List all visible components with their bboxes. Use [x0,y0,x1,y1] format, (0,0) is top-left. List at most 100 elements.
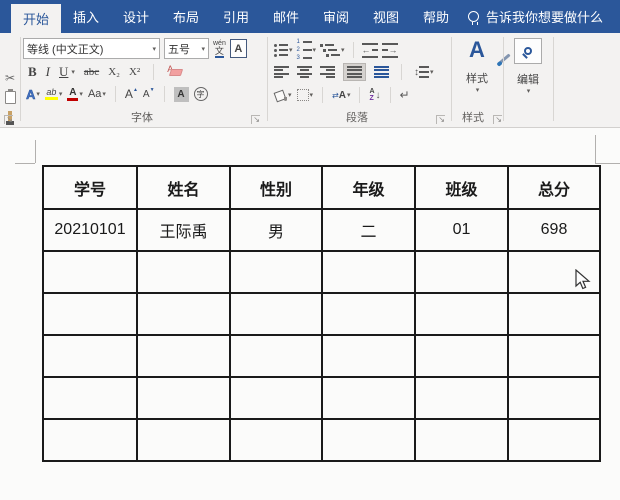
cell-student-id[interactable]: 20210101 [42,208,138,252]
empty-cell[interactable] [136,418,231,462]
empty-cell[interactable] [136,292,231,336]
font-color-button[interactable]: A ▾ [67,87,83,101]
styles-button-label[interactable]: 样式 [452,70,502,86]
asian-layout-button[interactable]: ⇄ A ▾ [332,90,350,101]
underline-button[interactable]: U [59,64,68,80]
numbering-button[interactable]: 1 2 3 ▾ [297,39,317,61]
empty-cell[interactable] [321,376,416,420]
phonetic-guide-button[interactable]: wén 文 [213,40,226,58]
align-right-button[interactable] [320,66,335,78]
header-name[interactable]: 姓名 [136,165,231,210]
paragraph-dialog-launcher[interactable]: ↘ [436,115,445,124]
empty-cell[interactable] [42,292,138,336]
chevron-down-icon[interactable]: ▾ [71,68,75,76]
empty-cell[interactable] [136,376,231,420]
shrink-font-button[interactable]: A ▼ [143,87,155,100]
header-gender[interactable]: 性别 [229,165,323,210]
tab-view[interactable]: 视图 [361,0,411,33]
tab-review[interactable]: 审阅 [311,0,361,33]
cell-name[interactable]: 王际禹 [136,208,231,252]
tab-layout[interactable]: 布局 [161,0,211,33]
tab-home[interactable]: 开始 [11,4,61,33]
tab-mailings[interactable]: 邮件 [261,0,311,33]
italic-button[interactable]: I [46,64,50,80]
grow-font-button[interactable]: A ▲ [125,87,138,101]
shading-button[interactable]: ▾ [274,90,292,101]
empty-cell[interactable] [229,292,323,336]
borders-button[interactable]: ▾ [296,89,313,101]
empty-cell[interactable] [229,250,323,294]
styles-gallery-button[interactable]: A [469,39,511,64]
empty-cell[interactable] [229,334,323,378]
empty-cell[interactable] [414,376,509,420]
font-name-combo[interactable]: 等线 (中文正文) ▾ [23,38,160,59]
empty-cell[interactable] [136,250,231,294]
sort-button[interactable]: A Z ↓ [369,88,380,102]
cell-total-score[interactable]: 698 [507,208,601,252]
empty-cell[interactable] [229,418,323,462]
empty-cell[interactable] [136,334,231,378]
empty-cell[interactable] [42,250,138,294]
cut-icon[interactable]: ✂ [0,71,20,85]
empty-cell[interactable] [507,418,601,462]
empty-cell[interactable] [321,250,416,294]
empty-cell[interactable] [414,418,509,462]
header-grade[interactable]: 年级 [321,165,416,210]
tab-insert[interactable]: 插入 [61,0,111,33]
paste-icon[interactable] [4,89,16,104]
change-case-button[interactable]: Aa ▾ [88,88,106,100]
justify-button-selected[interactable] [343,63,366,81]
empty-cell[interactable] [414,292,509,336]
decrease-indent-button[interactable]: ← [361,42,378,58]
align-left-button[interactable] [274,66,289,78]
empty-cell[interactable] [42,418,138,462]
strikethrough-button[interactable]: abc [84,66,99,78]
empty-cell[interactable] [414,250,509,294]
bullets-button[interactable]: ▾ [274,43,293,57]
chevron-down-icon[interactable]: ▾ [476,86,480,94]
chevron-down-icon[interactable]: ▾ [527,87,531,95]
header-student-id[interactable]: 学号 [42,165,138,210]
cell-class[interactable]: 01 [414,208,509,252]
empty-cell[interactable] [42,376,138,420]
empty-cell[interactable] [321,334,416,378]
styles-dialog-launcher[interactable]: ↘ [493,115,502,124]
increase-indent-button[interactable]: → [381,42,398,58]
editing-button-label[interactable]: 编辑 [504,71,552,87]
character-shading-button[interactable]: A [173,86,189,102]
superscript-button[interactable]: X² [129,66,140,78]
font-size-combo[interactable]: 五号 ▾ [164,38,209,59]
clipboard-dialog-launcher[interactable]: ↘ [4,115,13,124]
tab-help[interactable]: 帮助 [411,0,461,33]
tab-references[interactable]: 引用 [211,0,261,33]
multilevel-list-button[interactable]: ▾ [320,43,345,57]
highlight-color-button[interactable]: ab ▾ [44,88,62,100]
align-center-button[interactable] [297,66,312,78]
empty-cell[interactable] [507,376,601,420]
distribute-button[interactable] [374,66,389,78]
show-hide-marks-button[interactable]: ↵ [400,88,410,102]
clear-formatting-button[interactable]: A [167,64,184,76]
empty-cell[interactable] [321,418,416,462]
empty-cell[interactable] [42,334,138,378]
line-spacing-button[interactable]: ↕ ▾ [414,66,434,78]
font-dialog-launcher[interactable]: ↘ [251,115,260,124]
enclose-characters-button[interactable]: 字 [193,87,208,101]
empty-cell[interactable] [414,334,509,378]
document-area[interactable]: 学号 姓名 性别 年级 班级 总分 20210101 王际禹 男 二 01 69… [0,128,620,500]
text-effects-button[interactable]: A ▾ [26,86,40,102]
find-button[interactable] [514,38,542,64]
empty-cell[interactable] [507,292,601,336]
cell-grade[interactable]: 二 [321,208,416,252]
header-class[interactable]: 班级 [414,165,509,210]
bold-button[interactable]: B [28,64,37,80]
subscript-button[interactable]: X₂ [108,66,120,78]
tab-design[interactable]: 设计 [111,0,161,33]
character-border-button[interactable]: A [229,39,247,58]
empty-cell[interactable] [507,334,601,378]
cell-gender[interactable]: 男 [229,208,323,252]
tell-me-box[interactable]: 告诉我你想要做什么 [468,0,603,33]
empty-cell[interactable] [321,292,416,336]
header-total-score[interactable]: 总分 [507,165,601,210]
empty-cell[interactable] [229,376,323,420]
